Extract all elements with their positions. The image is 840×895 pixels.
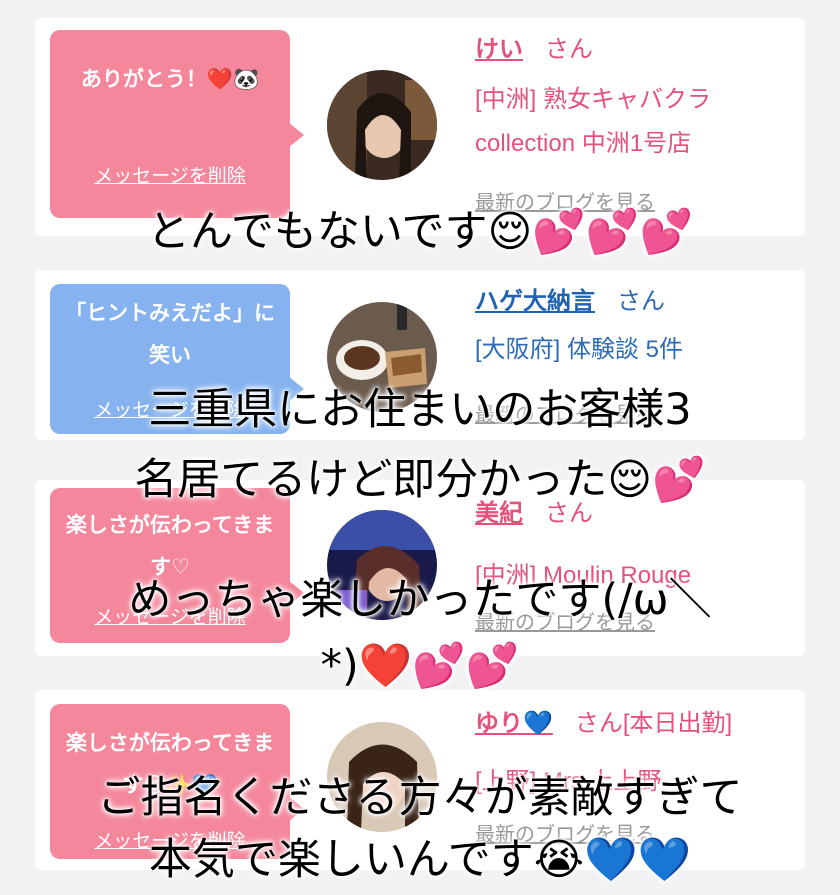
name-suffix: さん[本日出勤] [574, 710, 733, 737]
name-suffix: さん [545, 36, 593, 63]
caption-line: とんでもないです😌💕💕💕 [146, 207, 693, 257]
caption-line: 本気で楽しいんです😭💙💙 [148, 835, 692, 885]
caption-line: 三重県にお住まいのお客様3 [148, 385, 692, 435]
message-text: 「ヒントみえだよ」に笑い [65, 301, 275, 367]
delete-message-link[interactable]: メッセージを削除 [50, 161, 290, 188]
shop-line: [大阪府] 体験談 5件 [475, 336, 684, 363]
caption-line: ご指名くださる方々が素敵すぎて [97, 773, 743, 823]
user-name-link[interactable]: ハゲ大納言 [475, 288, 595, 315]
girl-name-link[interactable]: けい [475, 36, 523, 63]
girl-name-link[interactable]: ゆり💙 [475, 710, 553, 737]
message-card-miki: 楽しさが伝わってきます♡ メッセージを削除 美紀 さん [中洲] Moulin R… [35, 480, 805, 656]
girl-info: けい さん [中洲] 熟女キャバクラ collection 中洲1号店 [475, 30, 795, 166]
message-card-kei: ありがとう！❤️🐼 メッセージを削除 けい さん [中洲] 熟女キャバクラ col… [35, 18, 805, 236]
caption-line: めっちゃ楽しかったです(/ω＼ [128, 575, 712, 625]
message-text: ありがとう！❤️🐼 [80, 67, 260, 91]
shop-line: [中洲] 熟女キャバクラ [475, 86, 712, 113]
girl-info: ハゲ大納言 さん [大阪府] 体験談 5件 [475, 282, 795, 372]
message-bubble: ありがとう！❤️🐼 メッセージを削除 [50, 30, 304, 218]
caption-line: 名居てるけど即分かった😌💕 [134, 455, 706, 505]
shop-line: collection 中洲1号店 [475, 130, 692, 157]
name-suffix: さん [617, 288, 665, 315]
caption-line: *)❤️💕💕 [320, 641, 520, 691]
avatar[interactable] [327, 70, 437, 180]
